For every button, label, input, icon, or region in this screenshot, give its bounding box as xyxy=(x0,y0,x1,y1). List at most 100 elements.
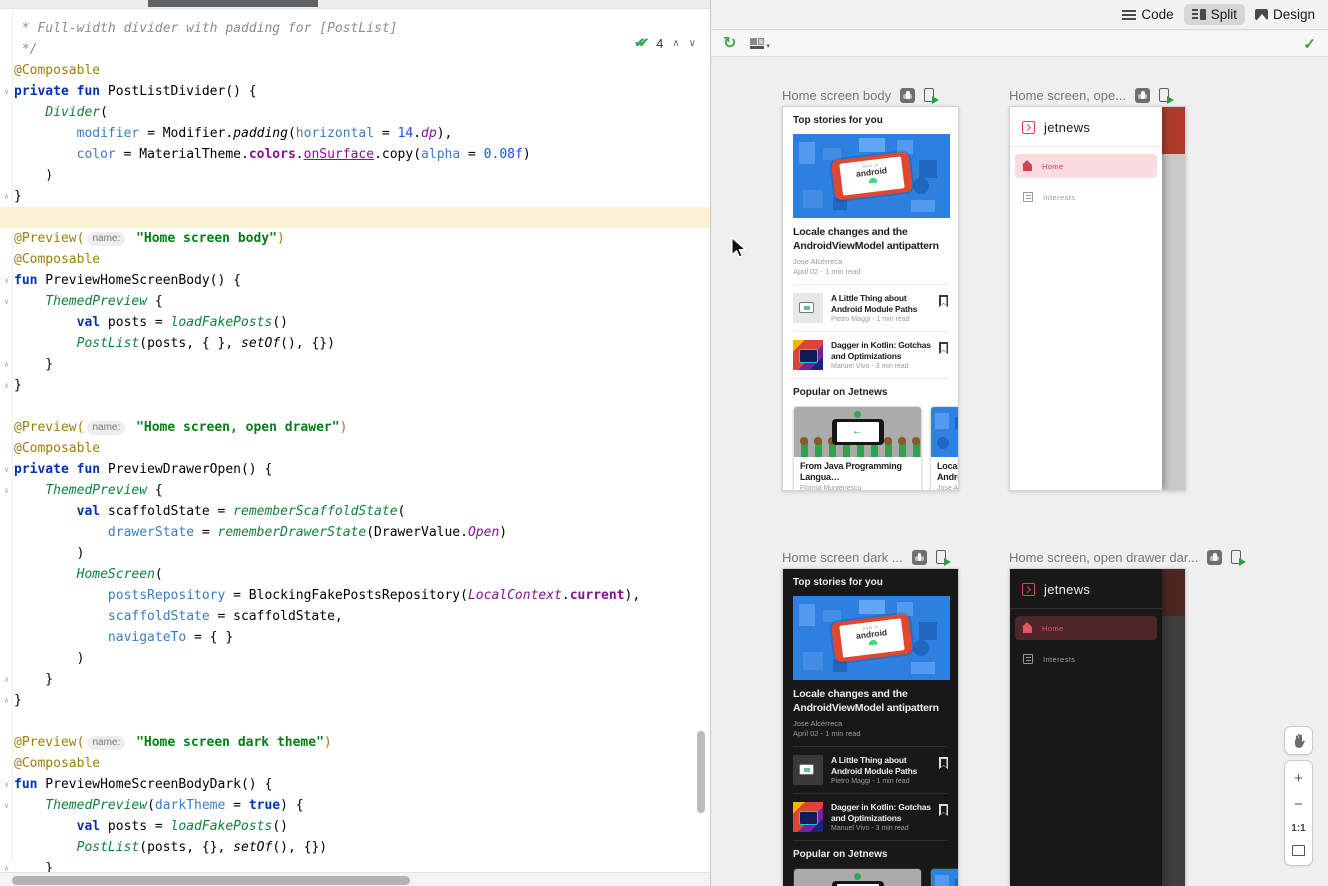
editor-horizontal-scrollbar-thumb[interactable] xyxy=(12,876,410,885)
code-line[interactable]: @Composable xyxy=(0,60,710,81)
code-line[interactable]: ∨ ThemedPreview { xyxy=(0,480,710,501)
interactive-preview-icon[interactable] xyxy=(1135,88,1150,103)
code-editor-pane[interactable]: * Full-width divider with padding for [P… xyxy=(0,0,710,886)
code-line[interactable]: ∨fun PreviewHomeScreenBody() { xyxy=(0,270,710,291)
code-line[interactable]: @Preview(name: "Home screen, open drawer… xyxy=(0,417,710,438)
code-token: rememberScaffoldState xyxy=(233,504,397,519)
preview-block-home-screen-open-drawer-dark: Home screen, open drawer dar... jetnews … xyxy=(1009,548,1241,886)
interactive-preview-icon[interactable] xyxy=(1207,550,1222,565)
preview-title-row: Home screen, open drawer dar... xyxy=(1009,548,1241,566)
hero-illustration: now in android xyxy=(793,596,950,680)
code-token: scaffoldState = xyxy=(100,504,233,519)
fold-end-icon[interactable]: ∧ xyxy=(1,690,12,711)
code-token xyxy=(14,315,77,330)
run-preview-on-device-icon[interactable] xyxy=(936,550,946,564)
previous-preview-icon[interactable]: ∧ xyxy=(672,38,679,49)
zoom-to-fit-button[interactable] xyxy=(1292,845,1305,856)
zoom-100-button[interactable]: 1:1 xyxy=(1291,823,1305,834)
code-line[interactable]: val posts = loadFakePosts() xyxy=(0,312,710,333)
code-line[interactable]: HomeScreen( xyxy=(0,564,710,585)
compose-preview-drawer[interactable]: jetnews Home Interests xyxy=(1009,106,1186,491)
code-line[interactable]: val posts = loadFakePosts() xyxy=(0,816,710,837)
fold-start-icon[interactable]: ∨ xyxy=(1,795,12,816)
code-line[interactable]: val scaffoldState = rememberScaffoldStat… xyxy=(0,501,710,522)
compose-preview-drawer[interactable]: jetnews Home Interests xyxy=(1009,568,1186,886)
fold-end-icon[interactable]: ∧ xyxy=(1,186,12,207)
drawer-item-interests: Interests xyxy=(1015,647,1157,671)
zoom-in-button[interactable]: + xyxy=(1294,771,1303,786)
code-line[interactable]: PostList(posts, { }, setOf(), {}) xyxy=(0,333,710,354)
fold-end-icon[interactable]: ∧ xyxy=(1,354,12,375)
code-line[interactable]: color = MaterialTheme.colors.onSurface.c… xyxy=(0,144,710,165)
code-line[interactable]: */ xyxy=(0,39,710,60)
code-line[interactable]: @Preview(name: "Home screen dark theme") xyxy=(0,732,710,753)
code-line[interactable]: ∨fun PreviewHomeScreenBodyDark() { xyxy=(0,774,710,795)
preview-title-row: Home screen body xyxy=(782,86,959,104)
previews-available-icon[interactable]: ✔✔ xyxy=(634,35,642,51)
code-line[interactable]: ∨ ThemedPreview { xyxy=(0,291,710,312)
code-line[interactable]: ∧} xyxy=(0,375,710,396)
code-line[interactable]: @Composable xyxy=(0,753,710,774)
code-line[interactable]: * Full-width divider with padding for [P… xyxy=(0,18,710,39)
code-token: onSurface xyxy=(304,147,374,162)
code-line[interactable]: ) xyxy=(0,165,710,186)
fold-start-icon[interactable]: ∨ xyxy=(1,774,12,795)
code-line[interactable] xyxy=(0,711,710,732)
code-line[interactable]: ∧} xyxy=(0,186,710,207)
code-line[interactable] xyxy=(0,207,710,228)
fold-end-icon[interactable]: ∧ xyxy=(1,375,12,396)
interactive-preview-icon[interactable] xyxy=(912,550,927,565)
code-line[interactable]: ) xyxy=(0,543,710,564)
bookmark-icon xyxy=(939,804,948,816)
code-line[interactable]: ∧ } xyxy=(0,669,710,690)
code-line[interactable]: ∧ } xyxy=(0,354,710,375)
preview-title: Home screen, ope... xyxy=(1009,88,1126,103)
code-line[interactable]: ∨private fun PostListDivider() { xyxy=(0,81,710,102)
code-line[interactable]: modifier = Modifier.padding(horizontal =… xyxy=(0,123,710,144)
fold-start-icon[interactable]: ∨ xyxy=(1,459,12,480)
post-thumbnail xyxy=(793,293,823,323)
refresh-previews-icon[interactable]: ↻ xyxy=(723,36,736,52)
code-token: ( xyxy=(288,126,296,141)
next-preview-icon[interactable]: ∨ xyxy=(689,38,696,49)
fold-start-icon[interactable]: ∨ xyxy=(1,270,12,291)
fold-start-icon[interactable]: ∨ xyxy=(1,291,12,312)
code-token: @Composable xyxy=(14,252,100,267)
code-line[interactable]: ∨ ThemedPreview(darkTheme = true) { xyxy=(0,795,710,816)
code-line[interactable]: ∧} xyxy=(0,690,710,711)
pan-tool-button[interactable] xyxy=(1284,726,1313,755)
run-preview-on-device-icon[interactable] xyxy=(924,88,934,102)
compose-preview-feed[interactable]: Top stories for you now in android Local… xyxy=(782,568,959,886)
fold-start-icon[interactable]: ∨ xyxy=(1,81,12,102)
tab-split[interactable]: Split xyxy=(1184,4,1245,25)
tab-code[interactable]: Code xyxy=(1114,4,1181,25)
fold-end-icon[interactable]: ∧ xyxy=(1,669,12,690)
divider xyxy=(793,378,948,379)
tab-design[interactable]: Design xyxy=(1247,4,1323,25)
code-line[interactable]: Divider( xyxy=(0,102,710,123)
code-line[interactable]: @Preview(name: "Home screen body") xyxy=(0,228,710,249)
interactive-preview-icon[interactable] xyxy=(900,88,915,103)
run-preview-on-device-icon[interactable] xyxy=(1159,88,1169,102)
code-token: Open xyxy=(468,525,499,540)
code-token: "Home screen dark theme" xyxy=(128,735,324,750)
zoom-out-button[interactable]: − xyxy=(1294,797,1303,812)
code-line[interactable]: ) xyxy=(0,648,710,669)
editor-horizontal-scrollbar-track[interactable] xyxy=(0,872,710,886)
code-line[interactable]: navigateTo = { } xyxy=(0,627,710,648)
code-line[interactable]: scaffoldState = scaffoldState, xyxy=(0,606,710,627)
fold-start-icon[interactable]: ∨ xyxy=(1,480,12,501)
run-preview-on-device-icon[interactable] xyxy=(1231,550,1241,564)
code-line[interactable]: @Composable xyxy=(0,249,710,270)
view-options-button[interactable]: ▾ xyxy=(750,38,770,50)
code-line[interactable]: ∨private fun PreviewDrawerOpen() { xyxy=(0,459,710,480)
code-line[interactable]: PostList(posts, {}, setOf(), {}) xyxy=(0,837,710,858)
popular-section-title: Popular on Jetnews xyxy=(793,849,948,860)
code-line[interactable] xyxy=(0,396,710,417)
code-line[interactable]: @Composable xyxy=(0,438,710,459)
compose-preview-feed[interactable]: Top stories for you now in android Local… xyxy=(782,106,959,491)
code-line[interactable]: drawerState = rememberDrawerState(Drawer… xyxy=(0,522,710,543)
popular-card-author: Florina Muntenescu xyxy=(800,485,915,491)
editor-vertical-scrollbar[interactable] xyxy=(697,731,705,813)
code-line[interactable]: postsRepository = BlockingFakePostsRepos… xyxy=(0,585,710,606)
